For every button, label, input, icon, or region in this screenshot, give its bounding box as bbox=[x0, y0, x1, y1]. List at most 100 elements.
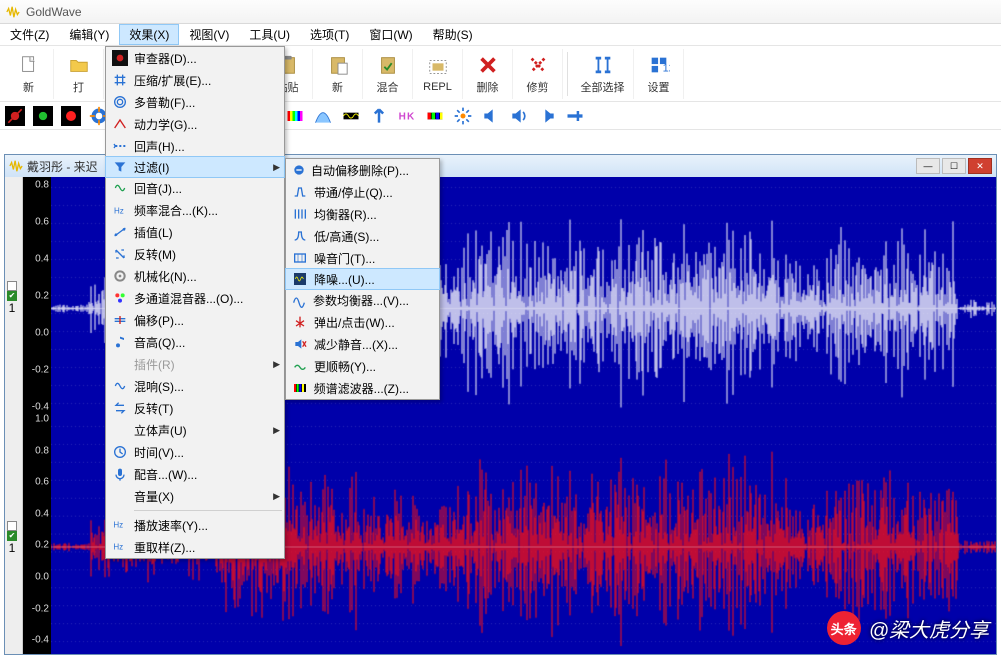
menu-item[interactable]: 过滤(I)▶ bbox=[105, 156, 285, 178]
menu-item[interactable]: 机械化(N)... bbox=[106, 265, 284, 287]
menu-item[interactable]: Hz重取样(Z)... bbox=[106, 536, 284, 558]
tool-vol-right-button[interactable] bbox=[536, 105, 558, 127]
menu-item[interactable]: 动力学(G)... bbox=[106, 113, 284, 135]
ruler-tick: 0.6 bbox=[35, 477, 49, 488]
menu-item[interactable]: 反转(M) bbox=[106, 243, 284, 265]
ruler-tick: 0.4 bbox=[35, 253, 49, 264]
menu-item[interactable]: 更顺畅(Y)... bbox=[286, 355, 439, 377]
menu-item: 插件(R)▶ bbox=[106, 353, 284, 375]
tool-arrow-up-button[interactable] bbox=[368, 105, 390, 127]
tool-burst-button[interactable] bbox=[452, 105, 474, 127]
compress-icon bbox=[106, 72, 134, 88]
close-button[interactable]: ✕ bbox=[968, 158, 992, 174]
tool-wave-color-button[interactable] bbox=[340, 105, 362, 127]
maximize-button[interactable]: ☐ bbox=[942, 158, 966, 174]
menubar: 文件(Z)编辑(Y)效果(X)视图(V)工具(U)选项(T)窗口(W)帮助(S) bbox=[0, 24, 1001, 46]
toolbar-settings-button[interactable]: 123设置 bbox=[634, 49, 684, 99]
spec-filt-icon bbox=[286, 380, 314, 396]
menu-item[interactable]: 频谱滤波器...(Z)... bbox=[286, 377, 439, 399]
toolbar-mix-button[interactable]: 混合 bbox=[363, 49, 413, 99]
menu-item[interactable]: 噪音门(T)... bbox=[286, 247, 439, 269]
menu-help[interactable]: 帮助(S) bbox=[423, 24, 483, 45]
tool-vol-left-button[interactable] bbox=[480, 105, 502, 127]
toolbar-paste-new-button[interactable]: 新 bbox=[313, 49, 363, 99]
multich-icon bbox=[106, 290, 134, 306]
menu-item[interactable]: 时间(V)... bbox=[106, 441, 284, 463]
tool-dot-green-button[interactable] bbox=[32, 105, 54, 127]
toolbar-doc-new-button[interactable]: 新 bbox=[4, 49, 54, 99]
menu-options[interactable]: 选项(T) bbox=[300, 24, 359, 45]
menu-item[interactable]: 反转(T) bbox=[106, 397, 284, 419]
tool-curve-bell-button[interactable] bbox=[312, 105, 334, 127]
minimize-button[interactable]: — bbox=[916, 158, 940, 174]
tool-stop-rec-button[interactable] bbox=[4, 105, 26, 127]
menu-item[interactable]: 偏移(P)... bbox=[106, 309, 284, 331]
hz-icon: Hz bbox=[106, 539, 134, 555]
interp-icon bbox=[106, 224, 134, 240]
pitch-icon bbox=[106, 334, 134, 350]
menu-item[interactable]: 回声(H)... bbox=[106, 135, 284, 157]
toolbar-repl-button[interactable]: REPL bbox=[413, 49, 463, 99]
menu-item[interactable]: 减少静音...(X)... bbox=[286, 333, 439, 355]
svg-text:123: 123 bbox=[662, 62, 669, 74]
mech-icon bbox=[106, 268, 134, 284]
channel-marker[interactable]: ✔1 bbox=[7, 521, 17, 555]
menu-file[interactable]: 文件(Z) bbox=[0, 24, 59, 45]
noise-red-icon bbox=[286, 271, 314, 287]
menu-item[interactable]: 审查器(D)... bbox=[106, 47, 284, 69]
tool-rec-red-button[interactable] bbox=[60, 105, 82, 127]
menu-item[interactable]: 压缩/扩展(E)... bbox=[106, 69, 284, 91]
submenu-arrow-icon: ▶ bbox=[273, 425, 280, 436]
menu-item[interactable]: 音量(X)▶ bbox=[106, 485, 284, 507]
filter-submenu-dropdown: 自动偏移删除(P)...带通/停止(Q)...均衡器(R)...低/高通(S).… bbox=[285, 158, 440, 400]
menu-edit[interactable]: 编辑(Y) bbox=[59, 24, 119, 45]
menu-item[interactable]: 音高(Q)... bbox=[106, 331, 284, 353]
menu-item[interactable]: 插值(L) bbox=[106, 221, 284, 243]
watermark-text: @梁大虎分享 bbox=[869, 614, 989, 643]
menu-item[interactable]: 低/高通(S)... bbox=[286, 225, 439, 247]
tool-color-bar-button[interactable] bbox=[424, 105, 446, 127]
menu-item[interactable]: 立体声(U)▶ bbox=[106, 419, 284, 441]
toolbar-folder-open-button[interactable]: 打 bbox=[54, 49, 104, 99]
menu-effects[interactable]: 效果(X) bbox=[119, 24, 179, 45]
ruler-tick: -0.4 bbox=[32, 401, 49, 412]
menu-item[interactable]: 自动偏移删除(P)... bbox=[286, 159, 439, 181]
ruler-tick: 0.0 bbox=[35, 572, 49, 583]
menu-item[interactable]: Hz频率混合...(K)... bbox=[106, 199, 284, 221]
menu-item[interactable]: Hz播放速率(Y)... bbox=[106, 514, 284, 536]
watermark-icon: 头条 bbox=[827, 611, 861, 645]
svg-text:H: H bbox=[399, 111, 406, 122]
svg-text:Hz: Hz bbox=[113, 521, 123, 530]
menu-item[interactable]: 参数均衡器...(V)... bbox=[286, 289, 439, 311]
menu-item[interactable]: 混响(S)... bbox=[106, 375, 284, 397]
reverse-icon bbox=[106, 400, 134, 416]
app-logo-icon bbox=[6, 5, 20, 19]
tool-spectrum-button[interactable] bbox=[284, 105, 306, 127]
doppler-icon bbox=[106, 94, 134, 110]
menu-item[interactable]: 降噪...(U)... bbox=[285, 268, 440, 290]
menu-item[interactable]: 配音...(W)... bbox=[106, 463, 284, 485]
toolbar-delete-button[interactable]: 删除 bbox=[463, 49, 513, 99]
menu-tools[interactable]: 工具(U) bbox=[239, 24, 300, 45]
reverb2-icon bbox=[106, 180, 134, 196]
menu-view[interactable]: 视图(V) bbox=[179, 24, 239, 45]
menu-item[interactable]: 均衡器(R)... bbox=[286, 203, 439, 225]
window-titlebar: GoldWave bbox=[0, 0, 1001, 24]
ruler-tick: -0.2 bbox=[32, 364, 49, 375]
tool-hk-button[interactable]: HK bbox=[396, 105, 418, 127]
rec-icon bbox=[106, 50, 134, 66]
menu-item[interactable]: 回音(J)... bbox=[106, 177, 284, 199]
channel-marker[interactable]: ✔1 bbox=[7, 281, 17, 315]
menu-item[interactable]: 带通/停止(Q)... bbox=[286, 181, 439, 203]
menu-item[interactable]: 弹出/点击(W)... bbox=[286, 311, 439, 333]
toolbar-trim-button[interactable]: 修剪 bbox=[513, 49, 563, 99]
menu-window[interactable]: 窗口(W) bbox=[359, 24, 422, 45]
menu-item[interactable]: 多普勒(F)... bbox=[106, 91, 284, 113]
toolbar-select-all-button[interactable]: 全部选择 bbox=[572, 49, 634, 99]
popclick-icon bbox=[286, 314, 314, 330]
silence-icon bbox=[286, 336, 314, 352]
lowhigh-icon bbox=[286, 228, 314, 244]
menu-item[interactable]: 多通道混音器...(O)... bbox=[106, 287, 284, 309]
tool-seek-button[interactable] bbox=[564, 105, 586, 127]
tool-vol-blue-button[interactable] bbox=[508, 105, 530, 127]
